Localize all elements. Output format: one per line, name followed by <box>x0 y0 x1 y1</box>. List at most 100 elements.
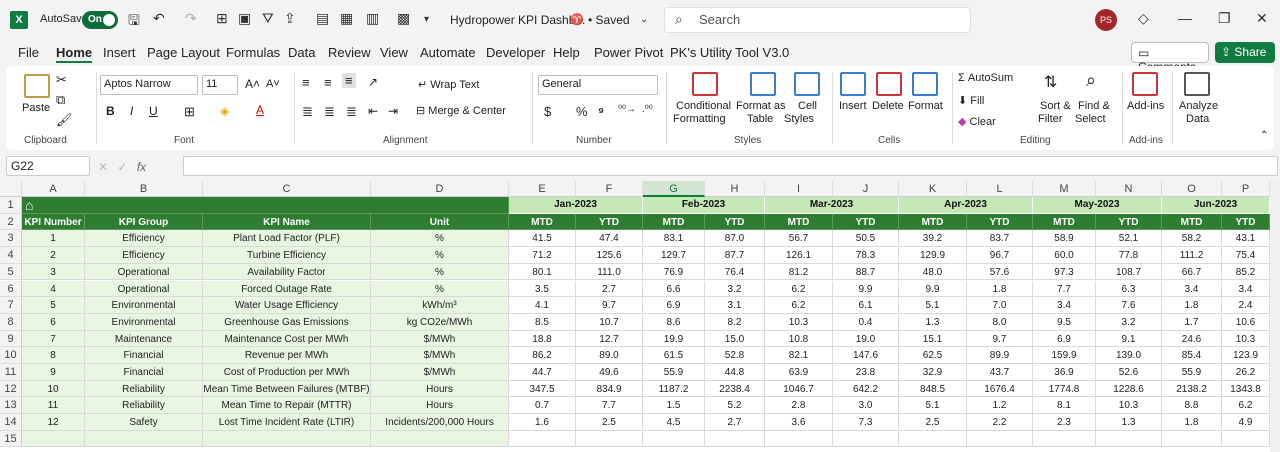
vertical-scrollbar[interactable] <box>1270 181 1280 452</box>
cell-styles-icon[interactable] <box>794 72 820 96</box>
kpi-unit-cell[interactable]: $/MWh <box>371 330 509 348</box>
value-cell[interactable]: 111.2 <box>1162 247 1222 264</box>
decrease-decimal-icon[interactable]: .⁰⁰ <box>642 104 653 115</box>
value-cell[interactable]: 3.2 <box>1096 313 1162 331</box>
kpi-name-cell[interactable]: Maintenance Cost per MWh <box>203 330 371 348</box>
empty-cell[interactable] <box>85 430 203 448</box>
value-cell[interactable]: 52.6 <box>1096 364 1162 381</box>
value-cell[interactable]: 52.1 <box>1096 230 1162 248</box>
value-cell[interactable]: 58.9 <box>1033 230 1096 248</box>
value-cell[interactable]: 1046.7 <box>765 380 833 398</box>
restore-icon[interactable]: ❐ <box>1218 10 1231 27</box>
kpi-unit-cell[interactable]: kWh/m³ <box>371 297 509 314</box>
value-cell[interactable]: 58.2 <box>1162 230 1222 248</box>
delete-cells-button[interactable]: Delete <box>872 100 904 112</box>
value-cell[interactable]: 49.6 <box>576 364 643 381</box>
tab-file[interactable]: File <box>18 45 39 60</box>
value-cell[interactable]: 71.2 <box>509 247 576 264</box>
value-cell[interactable]: 36.9 <box>1033 364 1096 381</box>
value-cell[interactable]: 50.5 <box>833 230 899 248</box>
value-cell[interactable]: 9.5 <box>1033 313 1096 331</box>
empty-cell[interactable] <box>1096 430 1162 448</box>
value-cell[interactable]: 43.1 <box>1222 230 1270 248</box>
font-color-icon[interactable]: A <box>256 103 264 117</box>
addins-button[interactable]: Add-ins <box>1127 100 1164 112</box>
row-header[interactable]: 9 <box>0 330 22 348</box>
format-painter-icon[interactable]: 🖌 <box>56 112 73 128</box>
saved-status[interactable]: • Saved <box>588 13 630 27</box>
value-cell[interactable]: 61.5 <box>643 347 705 364</box>
row-header[interactable]: 8 <box>0 313 22 331</box>
kpi-unit-cell[interactable]: $/MWh <box>371 364 509 381</box>
calculator-icon[interactable]: ▩ <box>397 10 410 27</box>
tab-review[interactable]: Review <box>328 45 371 60</box>
share-button[interactable]: ⇪ Share <box>1215 42 1275 63</box>
row-header[interactable]: 12 <box>0 380 22 398</box>
empty-cell[interactable] <box>509 430 576 448</box>
save-icon[interactable]: 🖫 <box>128 10 140 34</box>
format-as-table-icon[interactable] <box>750 72 776 96</box>
value-cell[interactable]: 0.4 <box>833 313 899 331</box>
tab-power-pivot[interactable]: Power Pivot <box>594 45 663 60</box>
row-header[interactable]: 15 <box>0 430 22 448</box>
value-cell[interactable]: 848.5 <box>899 380 967 398</box>
empty-cell[interactable] <box>1033 430 1096 448</box>
value-cell[interactable]: 6.2 <box>1222 397 1270 415</box>
value-cell[interactable]: 62.5 <box>899 347 967 364</box>
value-cell[interactable]: 48.0 <box>899 263 967 281</box>
value-cell[interactable]: 834.9 <box>576 380 643 398</box>
empty-cell[interactable] <box>576 430 643 448</box>
value-cell[interactable]: 89.0 <box>576 347 643 364</box>
value-cell[interactable]: 1343.8 <box>1222 380 1270 398</box>
column-header-l[interactable]: L <box>967 181 1033 197</box>
value-cell[interactable]: 1774.8 <box>1033 380 1096 398</box>
fill-button[interactable]: ⬇ Fill <box>958 94 984 107</box>
value-cell[interactable]: 159.9 <box>1033 347 1096 364</box>
align-middle-icon[interactable]: ≡ <box>324 75 332 90</box>
kpi-name-cell[interactable]: Greenhouse Gas Emissions <box>203 313 371 331</box>
kpi-name-cell[interactable]: Revenue per MWh <box>203 347 371 364</box>
kpi-num-cell[interactable]: 5 <box>22 297 85 314</box>
value-cell[interactable]: 6.9 <box>1033 330 1096 348</box>
row-header[interactable]: 5 <box>0 263 22 281</box>
kpi-num-cell[interactable]: 3 <box>22 263 85 281</box>
kpi-group-cell[interactable]: Operational <box>85 263 203 281</box>
conditional-formatting-line1[interactable]: Conditional <box>676 100 731 112</box>
value-cell[interactable]: 75.4 <box>1222 247 1270 264</box>
value-cell[interactable]: 19.0 <box>833 330 899 348</box>
kpi-name-cell[interactable]: Mean Time to Repair (MTTR) <box>203 397 371 415</box>
value-cell[interactable]: 3.4 <box>1033 297 1096 314</box>
paste-icon[interactable] <box>24 74 50 98</box>
value-cell[interactable]: 1676.4 <box>967 380 1033 398</box>
value-cell[interactable]: 43.7 <box>967 364 1033 381</box>
search-input[interactable]: ⌕ Search <box>664 7 971 33</box>
value-cell[interactable]: 15.0 <box>705 330 765 348</box>
currency-icon[interactable]: $ <box>544 104 551 119</box>
percent-icon[interactable]: % <box>576 104 588 119</box>
value-cell[interactable]: 83.7 <box>967 230 1033 248</box>
value-cell[interactable]: 83.1 <box>643 230 705 248</box>
kpi-group-cell[interactable]: Efficiency <box>85 247 203 264</box>
find-icon[interactable]: ⌕ <box>1086 70 1096 91</box>
conditional-formatting-icon[interactable] <box>692 72 718 96</box>
font-name-select[interactable]: Aptos Narrow <box>100 75 198 95</box>
row-header[interactable]: 6 <box>0 280 22 298</box>
decrease-indent-icon[interactable]: ⇤ <box>368 104 378 118</box>
column-header-p[interactable]: P <box>1222 181 1270 197</box>
kpi-num-cell[interactable]: 11 <box>22 397 85 415</box>
merge-center-button[interactable]: ⊟ Merge & Center <box>416 104 506 117</box>
autosave-toggle[interactable]: On <box>82 11 118 29</box>
value-cell[interactable]: 2.8 <box>765 397 833 415</box>
value-cell[interactable]: 63.9 <box>765 364 833 381</box>
value-cell[interactable]: 2.4 <box>1222 297 1270 314</box>
redo-icon[interactable]: ↷ <box>185 10 197 27</box>
value-cell[interactable]: 6.1 <box>833 297 899 314</box>
format-cells-button[interactable]: Format <box>908 100 943 112</box>
kpi-group-cell[interactable]: Reliability <box>85 397 203 415</box>
kpi-num-cell[interactable]: 8 <box>22 347 85 364</box>
home-icon-band[interactable]: ⌂ <box>22 197 509 214</box>
empty-cell[interactable] <box>643 430 705 448</box>
align-left-icon[interactable]: ≣ <box>302 104 313 120</box>
value-cell[interactable]: 44.7 <box>509 364 576 381</box>
value-cell[interactable]: 3.1 <box>705 297 765 314</box>
